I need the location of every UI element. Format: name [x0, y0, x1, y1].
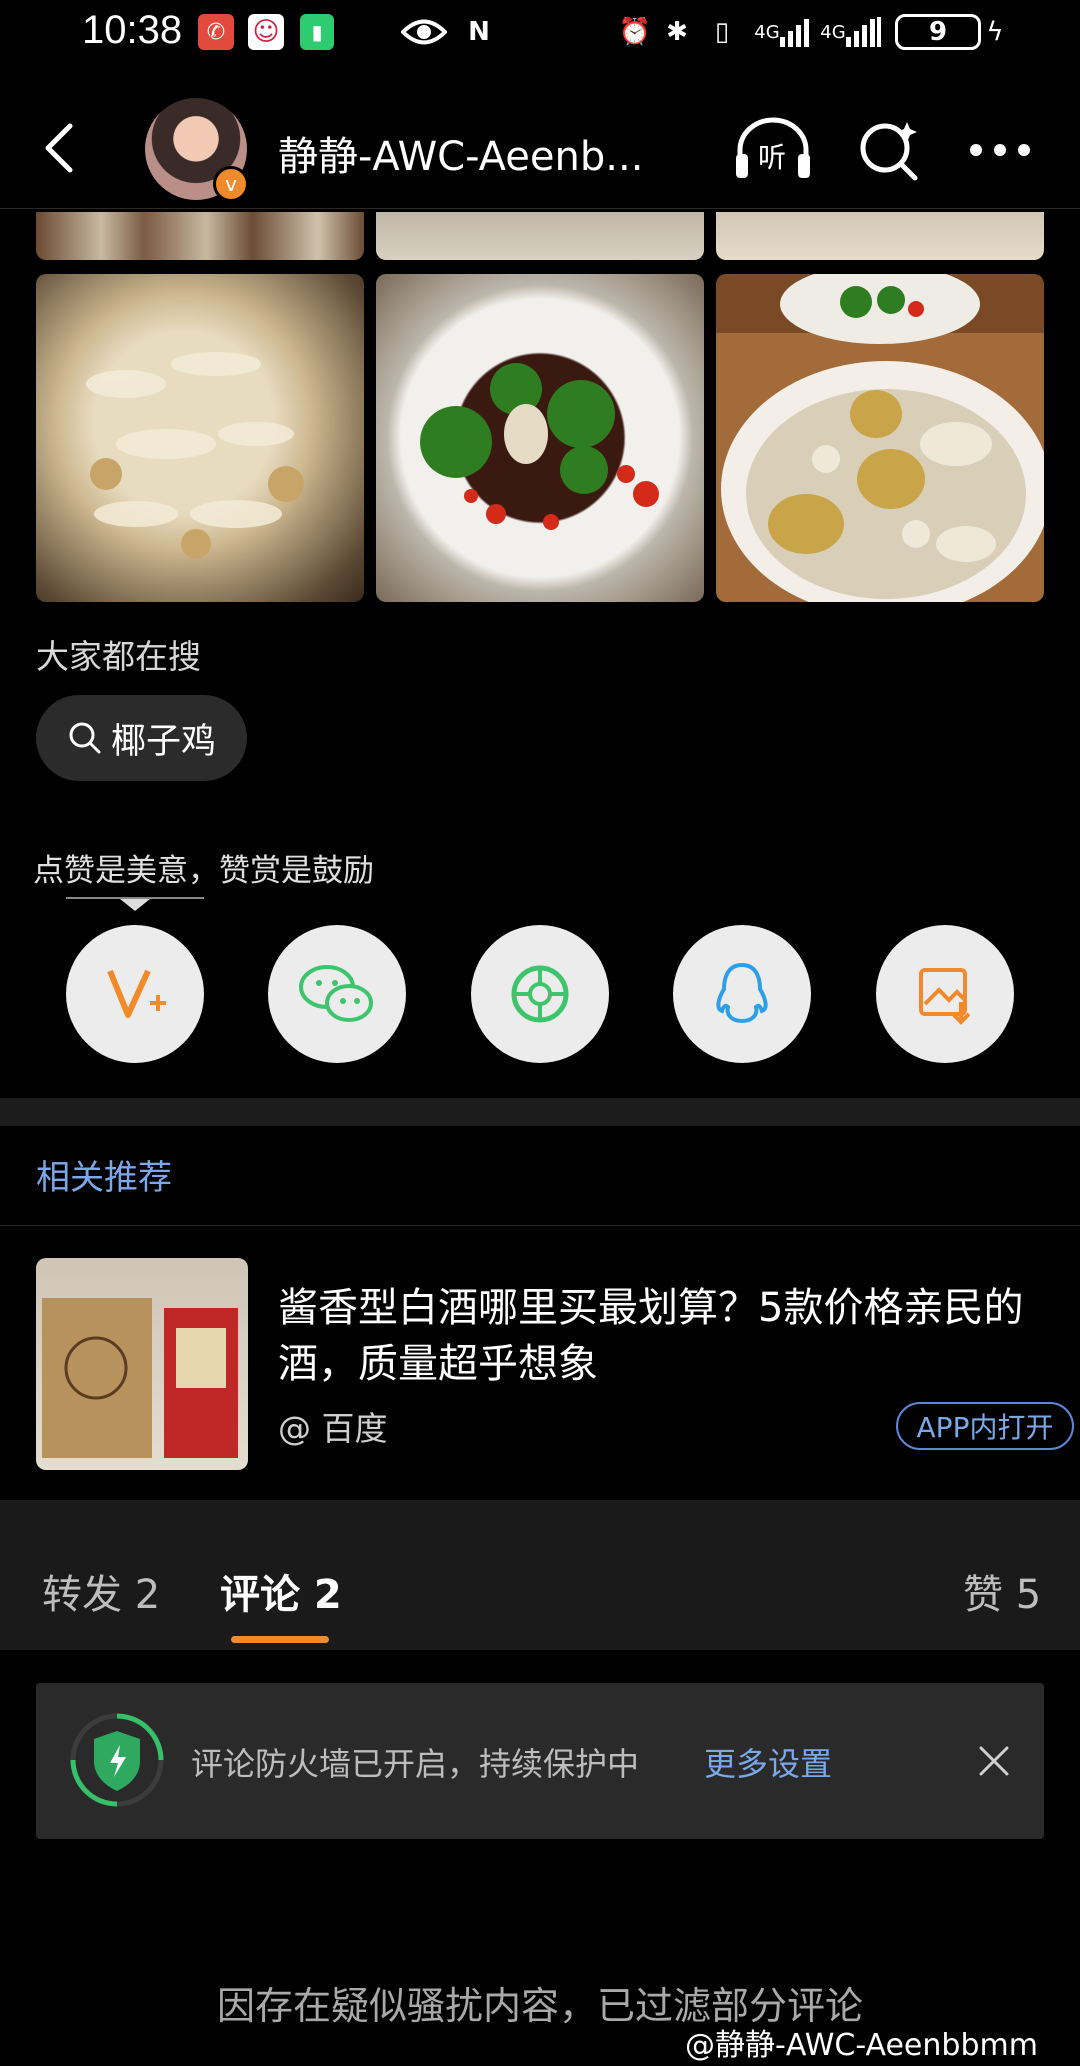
photo-chicken-pot[interactable] — [36, 274, 364, 602]
search-chip-text: 椰子鸡 — [110, 721, 216, 762]
status-bar: 10:38 ✆ ☺ ▮ N ⏰ ✱ ▯ 4G 4G 9 ϟ — [0, 0, 1080, 70]
wechat-icon — [299, 965, 373, 1022]
more-button[interactable] — [968, 140, 1032, 160]
tab-likes[interactable]: 赞 5 — [963, 1562, 1041, 1620]
more-settings-link[interactable]: 更多设置 — [704, 1739, 832, 1785]
signal-2-icon: 4G — [818, 14, 884, 50]
qq-share-button[interactable] — [673, 925, 811, 1063]
related-section-title: 相关推荐 — [36, 1158, 172, 1198]
vibrate-icon: ▯ — [714, 17, 730, 47]
missed-call-icon: ✆ — [198, 14, 234, 50]
wechat-share-button[interactable] — [268, 925, 406, 1063]
moments-icon — [511, 965, 569, 1023]
tab-repost[interactable]: 转发 2 — [42, 1562, 160, 1620]
search-sparkle-icon — [860, 122, 918, 181]
interaction-tabs: 转发 2 评论 2 赞 5 — [0, 1500, 1080, 1650]
battery-app-icon: ▮ — [300, 14, 334, 50]
charging-icon: ϟ — [986, 17, 1004, 47]
search-button[interactable] — [857, 114, 921, 184]
tooltip-arrow-icon — [120, 899, 150, 911]
battery-icon: 9 — [895, 14, 981, 50]
eye-icon — [400, 14, 448, 50]
related-item-source: @ 百度 — [278, 1409, 388, 1448]
listen-button[interactable]: 听 — [732, 114, 814, 184]
reward-label: 点赞是美意，赞赏是鼓励 — [33, 853, 374, 889]
search-chip[interactable]: 椰子鸡 — [36, 695, 247, 781]
battery-level: 9 — [928, 17, 948, 47]
divider — [0, 1225, 1080, 1226]
related-item-thumbnail[interactable] — [36, 1258, 248, 1470]
photo-top-middle[interactable] — [376, 212, 704, 260]
verified-badge-icon: v — [213, 166, 249, 202]
bluetooth-icon: ✱ — [666, 17, 688, 47]
moments-share-button[interactable] — [471, 925, 609, 1063]
photo-chili-dip[interactable] — [376, 274, 704, 602]
section-divider — [0, 1098, 1080, 1126]
photo-top-right[interactable] — [716, 212, 1044, 260]
vplus-button[interactable] — [66, 925, 204, 1063]
nfc-icon: N — [468, 17, 490, 47]
status-time: 10:38 — [82, 8, 183, 52]
vplus-icon — [107, 969, 166, 1018]
app-notification-icon: ☺ — [248, 14, 284, 50]
tab-comments[interactable]: 评论 2 — [220, 1562, 342, 1620]
alarm-icon: ⏰ — [618, 17, 652, 47]
search-section-label: 大家都在搜 — [36, 637, 201, 676]
comment-firewall-banner: 评论防火墙已开启，持续保护中 更多设置 — [36, 1683, 1044, 1839]
shield-icon — [70, 1713, 164, 1807]
network-type-2: 4G — [820, 21, 846, 43]
network-type-1: 4G — [754, 21, 780, 43]
photo-coconut-soup[interactable] — [716, 274, 1044, 602]
watermark: @静静-AWC-Aeenbbmm — [685, 2028, 1038, 2063]
more-dots-icon — [970, 144, 1030, 156]
signal-1-icon: 4G — [752, 14, 812, 50]
chevron-left-icon — [45, 123, 73, 173]
qq-icon — [716, 962, 768, 1024]
firewall-text: 评论防火墙已开启，持续保护中 — [191, 1745, 640, 1783]
save-image-button[interactable] — [876, 925, 1014, 1063]
page-title[interactable]: 静静-AWC-Aeenb... — [278, 124, 643, 182]
search-icon — [69, 722, 101, 754]
listen-label: 听 — [758, 141, 787, 174]
active-tab-indicator — [231, 1636, 329, 1643]
related-item-title[interactable]: 酱香型白酒哪里买最划算？5款价格亲民的酒，质量超乎想象 — [278, 1280, 1048, 1392]
close-icon[interactable] — [978, 1745, 1010, 1777]
back-button[interactable] — [40, 118, 80, 178]
photo-top-left[interactable] — [36, 212, 364, 260]
open-in-app-button[interactable]: APP内打开 — [896, 1402, 1074, 1450]
save-image-icon — [919, 968, 971, 1025]
top-nav: 静静-AWC-Aeenb... 听 — [0, 90, 1080, 209]
